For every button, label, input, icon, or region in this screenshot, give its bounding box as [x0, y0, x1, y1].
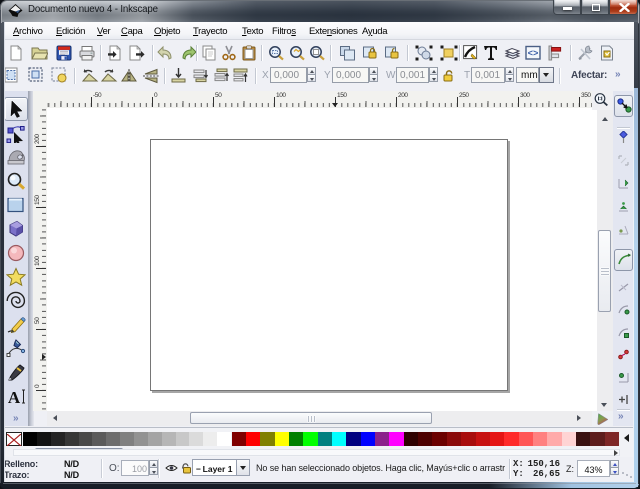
svg-text:<>: <> [528, 49, 539, 59]
svg-text:A: A [8, 388, 21, 407]
